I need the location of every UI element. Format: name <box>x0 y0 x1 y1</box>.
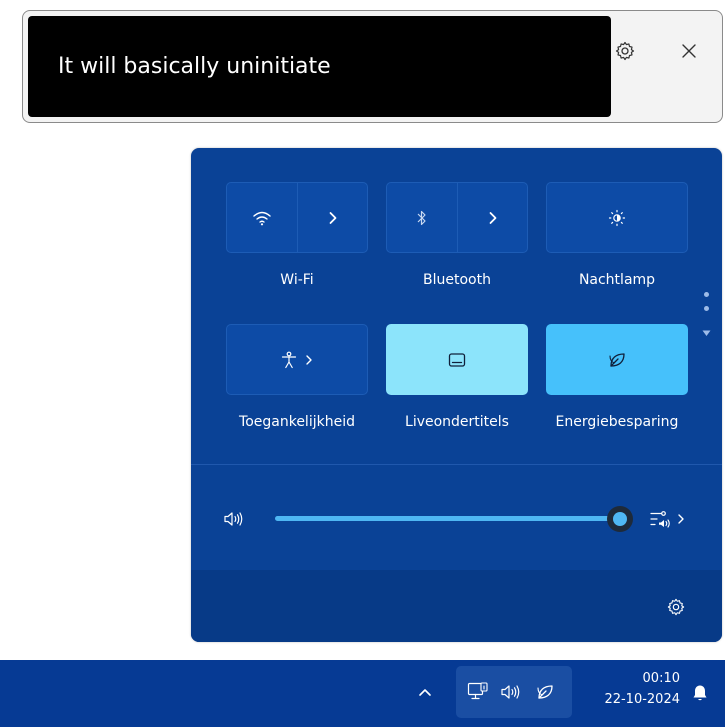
page-indicator[interactable] <box>702 292 712 342</box>
chevron-right-icon <box>329 211 336 224</box>
tile-energy-saver[interactable] <box>546 324 688 395</box>
tile-night-light[interactable] <box>546 182 688 253</box>
wifi-icon <box>253 211 271 225</box>
tile-label-night-light: Nachtlamp <box>578 272 656 288</box>
close-icon <box>682 44 696 58</box>
show-hidden-icons-button[interactable] <box>410 674 440 710</box>
settings-gear-icon <box>615 41 635 61</box>
page-dot <box>704 292 709 297</box>
system-tray-quick-settings-button[interactable] <box>456 666 572 718</box>
tile-label-wifi: Wi-Fi <box>280 272 314 288</box>
volume-slider-thumb[interactable] <box>606 506 633 532</box>
tile-label-energy-saver: Energiebesparing <box>555 414 679 430</box>
caption-settings-button[interactable] <box>609 35 641 67</box>
tile-label-bluetooth: Bluetooth <box>423 272 491 288</box>
accessibility-icon <box>281 351 297 368</box>
settings-gear-icon <box>667 598 685 616</box>
page-dot <box>704 306 709 311</box>
tile-accessibility[interactable] <box>226 324 368 395</box>
chevron-right-icon <box>678 514 684 524</box>
panel-divider <box>191 464 722 465</box>
energy-saver-leaf-icon <box>537 685 553 699</box>
speaker-icon <box>224 512 243 526</box>
wifi-more-button[interactable] <box>298 183 367 252</box>
speaker-icon <box>501 685 520 699</box>
clock-date: 22-10-2024 <box>604 692 680 707</box>
wifi-toggle-button[interactable] <box>227 183 298 252</box>
mute-button[interactable] <box>223 507 251 531</box>
chevron-up-icon <box>419 689 431 696</box>
volume-slider-track[interactable] <box>275 516 623 521</box>
caption-text: It will basically uninitiate <box>58 54 331 79</box>
energy-saver-leaf-icon <box>609 352 625 367</box>
caption-close-button[interactable] <box>673 35 705 67</box>
night-light-icon <box>608 209 626 226</box>
network-icon <box>467 682 488 700</box>
live-captions-icon <box>448 352 466 367</box>
all-settings-button[interactable] <box>663 594 689 620</box>
chevron-right-icon <box>306 354 312 365</box>
bluetooth-toggle-button[interactable] <box>387 183 458 252</box>
tile-wifi <box>226 182 368 253</box>
live-captions-window: It will basically uninitiate <box>22 10 723 123</box>
tile-live-captions[interactable] <box>386 324 528 395</box>
quick-settings-footer <box>191 570 722 642</box>
taskbar: 00:10 22-10-2024 <box>0 660 725 727</box>
volume-thumb-center <box>612 512 627 526</box>
audio-output-icon <box>650 511 670 528</box>
notification-bell-icon <box>693 685 707 701</box>
audio-output-button[interactable] <box>649 507 695 531</box>
clock-button[interactable]: 00:10 22-10-2024 <box>580 670 680 716</box>
tile-bluetooth <box>386 182 528 253</box>
tile-label-live-captions: Liveondertitels <box>405 414 509 430</box>
caret-down-icon <box>702 330 711 336</box>
tile-label-accessibility: Toegankelijkheid <box>239 414 355 430</box>
notification-center-button[interactable] <box>688 680 712 706</box>
clock-time: 00:10 <box>642 671 680 686</box>
bluetooth-more-button[interactable] <box>458 183 527 252</box>
quick-settings-panel: Wi-Fi Bluetooth Nachtlamp Toegankelijkhe… <box>191 148 722 642</box>
caption-text-area: It will basically uninitiate <box>28 16 611 117</box>
bluetooth-icon <box>417 210 426 225</box>
chevron-right-icon <box>489 211 496 224</box>
